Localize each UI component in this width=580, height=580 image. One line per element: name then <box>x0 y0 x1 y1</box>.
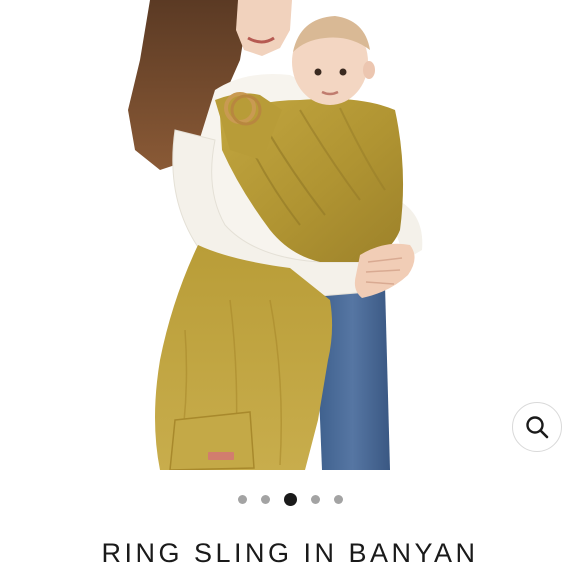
product-page: RING SLING IN BANYAN <box>0 0 580 580</box>
gallery-dot-4[interactable] <box>310 494 320 504</box>
gallery-pagination <box>0 490 580 508</box>
gallery-dot-3-active[interactable] <box>283 492 297 506</box>
zoom-button[interactable] <box>512 402 562 452</box>
product-image[interactable] <box>0 0 580 470</box>
gallery-dot-1[interactable] <box>237 494 247 504</box>
gallery-dot-2[interactable] <box>260 494 270 504</box>
product-photo <box>128 0 423 470</box>
magnifier-icon <box>526 416 549 439</box>
product-title: RING SLING IN BANYAN <box>101 538 479 568</box>
gallery-dot-5[interactable] <box>333 494 343 504</box>
